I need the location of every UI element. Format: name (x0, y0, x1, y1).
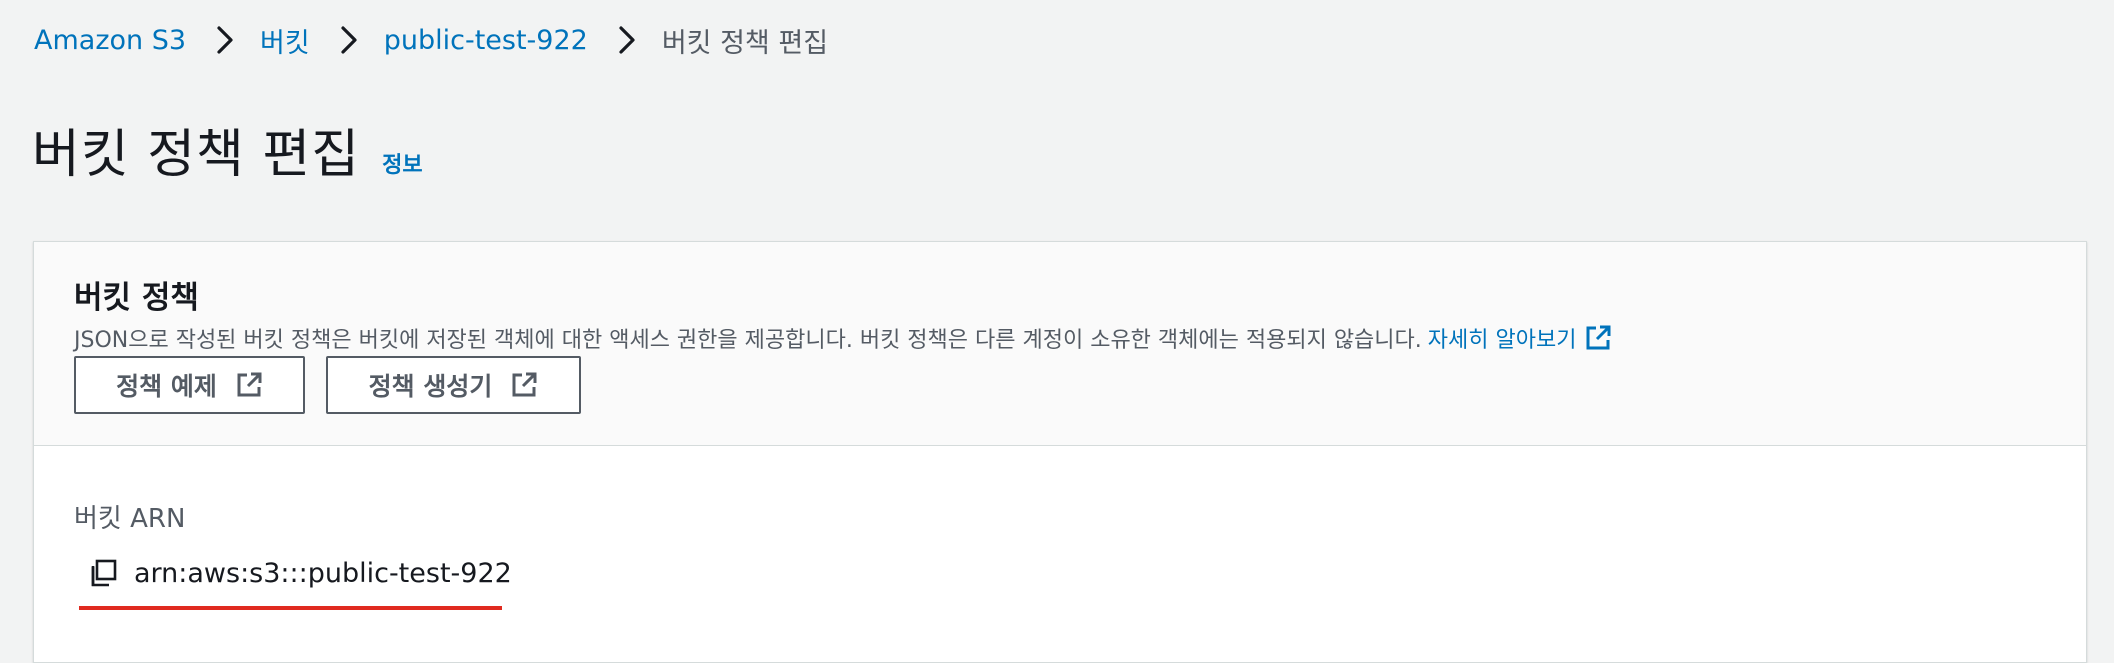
external-link-icon (512, 372, 537, 397)
panel-header: 버킷 정책 JSON으로 작성된 버킷 정책은 버킷에 저장된 객체에 대한 액… (34, 242, 2086, 446)
page-header: 버킷 정책 편집 정보 (32, 112, 423, 187)
bucket-policy-panel: 버킷 정책 JSON으로 작성된 버킷 정책은 버킷에 저장된 객체에 대한 액… (33, 241, 2087, 663)
breadcrumb-bucket-name[interactable]: public-test-922 (384, 25, 588, 56)
policy-buttons: 정책 예제 정책 생성기 (74, 356, 581, 414)
learn-more-link[interactable]: 자세히 알아보기 (1428, 322, 1613, 354)
chevron-right-icon (210, 23, 240, 57)
annotation-underline (79, 606, 502, 610)
external-link-icon (1586, 325, 1611, 350)
learn-more-label: 자세히 알아보기 (1427, 328, 1577, 353)
policy-generator-button[interactable]: 정책 생성기 (326, 356, 581, 414)
copy-icon[interactable] (86, 556, 120, 590)
bucket-arn-label: 버킷 ARN (74, 504, 186, 534)
policy-examples-button[interactable]: 정책 예제 (74, 356, 305, 414)
panel-description: JSON으로 작성된 버킷 정책은 버킷에 저장된 객체에 대한 액세스 권한을… (74, 322, 1612, 354)
breadcrumb-amazon-s3[interactable]: Amazon S3 (34, 25, 186, 56)
info-link[interactable]: 정보 (382, 147, 422, 179)
chevron-right-icon (334, 23, 364, 57)
panel-title: 버킷 정책 (74, 280, 199, 316)
bucket-arn-row: arn:aws:s3:::public-test-922 (86, 556, 512, 590)
chevron-right-icon (612, 23, 642, 57)
panel-description-text: JSON으로 작성된 버킷 정책은 버킷에 저장된 객체에 대한 액세스 권한을… (74, 328, 1422, 353)
breadcrumb-buckets[interactable]: 버킷 (260, 21, 310, 60)
policy-examples-label: 정책 예제 (116, 372, 217, 401)
bucket-arn-value: arn:aws:s3:::public-test-922 (134, 557, 512, 589)
breadcrumb-current-page: 버킷 정책 편집 (661, 27, 829, 59)
external-link-icon (237, 372, 262, 397)
breadcrumb: Amazon S3 버킷 public-test-922 버킷 정책 편집 (34, 18, 828, 62)
policy-generator-label: 정책 생성기 (368, 372, 493, 401)
page-title: 버킷 정책 편집 (32, 125, 361, 185)
